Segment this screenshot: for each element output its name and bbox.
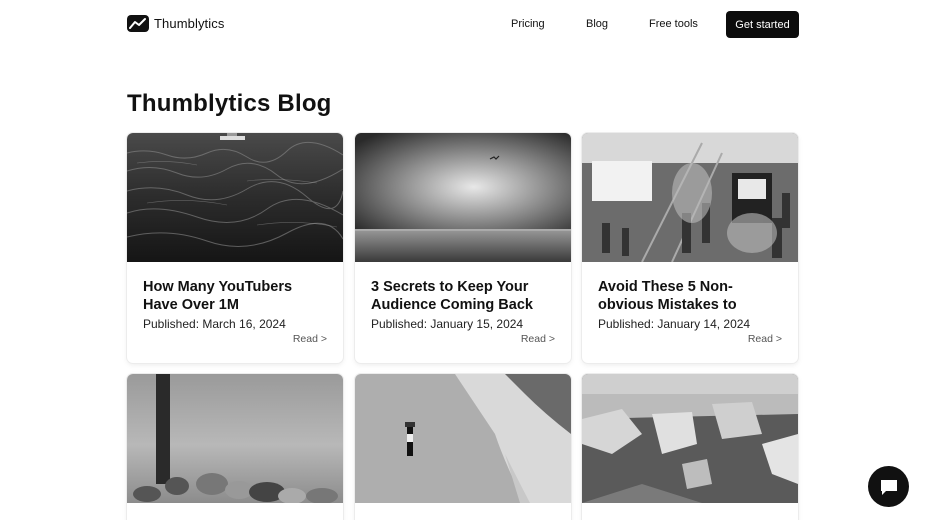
post-title[interactable]: Avoid These 5 Non-obvious Mistakes to Sk… (598, 278, 782, 314)
ocean-waves-boat-image (127, 133, 343, 262)
brand-name: Thumblytics (154, 16, 225, 31)
blog-card[interactable] (355, 374, 571, 520)
lighthouse-cliff-image (355, 374, 571, 503)
stormy-sea-sky-image (355, 133, 571, 262)
blog-card[interactable]: 3 Secrets to Keep Your Audience Coming B… (355, 133, 571, 363)
blog-card[interactable]: How Many YouTubers Have Over 1M Subscrib… (127, 133, 343, 363)
chat-bubble-icon (880, 479, 897, 495)
nav-free-tools[interactable]: Free tools (649, 18, 698, 30)
post-date: Published: January 14, 2024 (598, 317, 751, 331)
brand-link[interactable]: Thumblytics (127, 15, 224, 32)
site-header: Thumblytics Pricing Blog Free tools Get … (0, 0, 925, 50)
chat-button[interactable] (868, 466, 909, 507)
trend-logo-icon (127, 15, 149, 32)
blog-card[interactable]: Avoid These 5 Non-obvious Mistakes to Sk… (582, 133, 798, 363)
card-body: 3 Secrets to Keep Your Audience Coming B… (355, 262, 571, 362)
post-title[interactable]: How Many YouTubers Have Over 1M Subscrib… (143, 278, 327, 314)
post-title[interactable]: 3 Secrets to Keep Your Audience Coming B… (371, 278, 555, 314)
read-link[interactable]: Read > (293, 333, 327, 345)
busy-station-crowd-image (582, 133, 798, 262)
card-body: Avoid These 5 Non-obvious Mistakes to Sk… (582, 262, 798, 362)
get-started-button[interactable]: Get started (726, 11, 799, 38)
page-title: Thumblytics Blog (127, 90, 332, 117)
blog-card[interactable] (127, 374, 343, 520)
read-link[interactable]: Read > (521, 333, 555, 345)
nav-pricing[interactable]: Pricing (511, 18, 545, 30)
nav-blog[interactable]: Blog (586, 18, 608, 30)
wooden-post-rocks-image (127, 374, 343, 503)
sea-stacks-coast-image (582, 374, 798, 503)
blog-card[interactable] (582, 374, 798, 520)
card-body: How Many YouTubers Have Over 1M Subscrib… (127, 262, 343, 362)
post-date: Published: January 15, 2024 (371, 317, 524, 331)
read-link[interactable]: Read > (748, 333, 782, 345)
post-date: Published: March 16, 2024 (143, 317, 286, 331)
